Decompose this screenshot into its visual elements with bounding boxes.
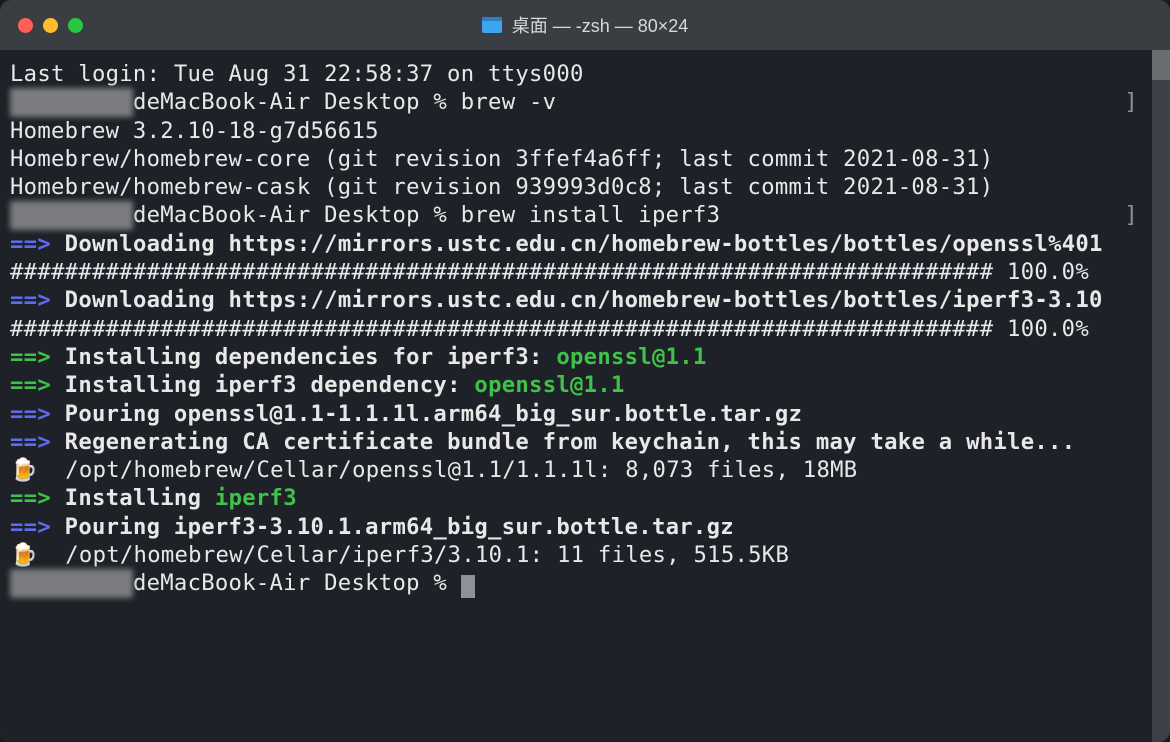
download-line-2: Downloading https://mirrors.ustc.edu.cn/… [65, 287, 1103, 313]
right-bracket-2: ] [1124, 201, 1138, 229]
regenerating-ca: Regenerating CA certificate bundle from … [65, 429, 1076, 455]
terminal-window: 桌面 — -zsh — 80×24 Last login: Tue Aug 31… [0, 0, 1170, 742]
terminal-output[interactable]: Last login: Tue Aug 31 22:58:37 on ttys0… [10, 60, 1160, 732]
scrollbar-thumb[interactable] [1152, 50, 1170, 80]
installing-deps-pkg: openssl@1.1 [556, 344, 706, 370]
installing-dep-label: Installing iperf3 dependency: [65, 372, 475, 398]
command-brew-v: brew -v [461, 89, 557, 115]
redacted-user: XXXXXXXXX [10, 88, 133, 116]
installing-pkg: iperf3 [215, 485, 297, 511]
arrow-icon: ==> [10, 485, 51, 511]
traffic-lights [18, 18, 83, 33]
cellar-path-2: /opt/homebrew/Cellar/iperf3/3.10.1: 11 f… [38, 542, 789, 568]
progress-bar-1: ########################################… [10, 259, 1089, 285]
redacted-user-3: XXXXXXXXX [10, 569, 133, 597]
cellar-path-1: /opt/homebrew/Cellar/openssl@1.1/1.1.1l:… [38, 457, 857, 483]
installing-dep-pkg: openssl@1.1 [474, 372, 624, 398]
download-line-1: Downloading https://mirrors.ustc.edu.cn/… [65, 231, 1103, 257]
minimize-button[interactable] [43, 18, 58, 33]
arrow-icon: ==> [10, 287, 51, 313]
brew-version-1: Homebrew 3.2.10-18-g7d56615 [10, 118, 379, 144]
prompt-host-2: deMacBook-Air Desktop % [133, 202, 461, 228]
brew-version-3: Homebrew/homebrew-cask (git revision 939… [10, 174, 993, 200]
scrollbar-track[interactable] [1152, 50, 1170, 742]
prompt-host-3: deMacBook-Air Desktop % [133, 570, 461, 596]
folder-icon [482, 17, 502, 33]
redacted-user-2: XXXXXXXXX [10, 201, 133, 229]
window-title-text: 桌面 — -zsh — 80×24 [512, 12, 689, 38]
cursor [461, 575, 475, 598]
window-title: 桌面 — -zsh — 80×24 [482, 12, 689, 38]
arrow-icon: ==> [10, 514, 51, 540]
progress-bar-2: ########################################… [10, 316, 1089, 342]
installing-deps-label: Installing dependencies for iperf3: [65, 344, 557, 370]
terminal-body[interactable]: Last login: Tue Aug 31 22:58:37 on ttys0… [0, 50, 1170, 742]
beer-icon: 🍺 [10, 542, 38, 568]
maximize-button[interactable] [68, 18, 83, 33]
arrow-icon: ==> [10, 429, 51, 455]
beer-icon: 🍺 [10, 457, 38, 483]
arrow-icon: ==> [10, 372, 51, 398]
titlebar[interactable]: 桌面 — -zsh — 80×24 [0, 0, 1170, 50]
pouring-2: Pouring iperf3-3.10.1.arm64_big_sur.bott… [65, 514, 734, 540]
brew-version-2: Homebrew/homebrew-core (git revision 3ff… [10, 146, 993, 172]
arrow-icon: ==> [10, 344, 51, 370]
arrow-icon: ==> [10, 231, 51, 257]
arrow-icon: ==> [10, 401, 51, 427]
last-login-line: Last login: Tue Aug 31 22:58:37 on ttys0… [10, 61, 584, 87]
pouring-1: Pouring openssl@1.1-1.1.1l.arm64_big_sur… [65, 401, 803, 427]
right-bracket-1: ] [1124, 88, 1138, 116]
prompt-host: deMacBook-Air Desktop % [133, 89, 461, 115]
close-button[interactable] [18, 18, 33, 33]
installing-label: Installing [65, 485, 215, 511]
command-brew-install: brew install iperf3 [461, 202, 721, 228]
